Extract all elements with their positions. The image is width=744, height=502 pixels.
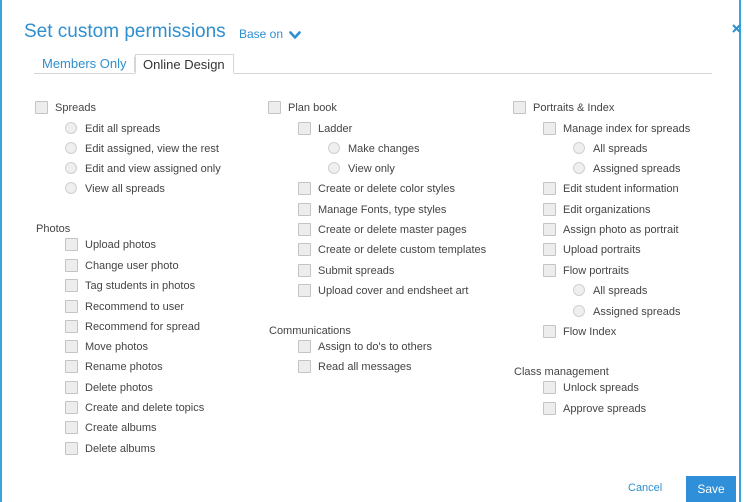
checkbox[interactable] (65, 340, 78, 353)
checkbox[interactable] (65, 421, 78, 434)
checkbox[interactable] (65, 279, 78, 292)
permissions-dialog: Set custom permissions Base on Members O… (0, 0, 741, 502)
checkbox[interactable] (65, 442, 78, 455)
checkbox[interactable] (513, 101, 526, 114)
base-on-label: Base on (239, 27, 284, 41)
radio-button[interactable] (328, 162, 340, 174)
checkbox[interactable] (543, 381, 556, 394)
checkbox[interactable] (543, 182, 556, 195)
radio-button[interactable] (328, 142, 340, 154)
checkbox[interactable] (65, 401, 78, 414)
checkbox[interactable] (65, 320, 78, 333)
radio-button[interactable] (573, 162, 585, 174)
save-button[interactable]: Save (686, 476, 736, 502)
radio-button[interactable] (65, 182, 77, 194)
checkbox[interactable] (298, 182, 311, 195)
checkbox[interactable] (65, 259, 78, 272)
radio-button[interactable] (65, 122, 77, 134)
checkbox[interactable] (543, 223, 556, 236)
radio-button[interactable] (573, 142, 585, 154)
radio-button[interactable] (573, 284, 585, 296)
checkbox[interactable] (65, 381, 78, 394)
checkbox[interactable] (65, 360, 78, 373)
checkbox[interactable] (298, 284, 311, 297)
tab-members-only[interactable]: Members Only (34, 54, 134, 74)
checkbox[interactable] (268, 101, 281, 114)
checkbox[interactable] (298, 360, 311, 373)
checkbox[interactable] (35, 101, 48, 114)
radio-button[interactable] (65, 142, 77, 154)
checkbox[interactable] (543, 203, 556, 216)
checkbox[interactable] (298, 264, 311, 277)
radio-button[interactable] (65, 162, 77, 174)
base-on-dropdown[interactable]: Base on (239, 27, 301, 43)
checkbox[interactable] (298, 243, 311, 256)
checkbox[interactable] (543, 402, 556, 415)
close-icon[interactable] (732, 22, 741, 36)
checkbox[interactable] (65, 238, 78, 251)
checkbox[interactable] (543, 264, 556, 277)
checkbox[interactable] (298, 122, 311, 135)
checkbox[interactable] (543, 122, 556, 135)
checkbox[interactable] (543, 325, 556, 338)
checkbox[interactable] (543, 243, 556, 256)
cancel-button[interactable]: Cancel (628, 482, 662, 494)
chevron-down-icon (289, 29, 301, 43)
checkbox[interactable] (298, 203, 311, 216)
checkbox[interactable] (298, 223, 311, 236)
tab-online-design[interactable]: Online Design (135, 54, 234, 74)
checkbox[interactable] (65, 300, 78, 313)
radio-button[interactable] (573, 305, 585, 317)
checkbox[interactable] (298, 340, 311, 353)
dialog-title: Set custom permissions (24, 21, 226, 42)
